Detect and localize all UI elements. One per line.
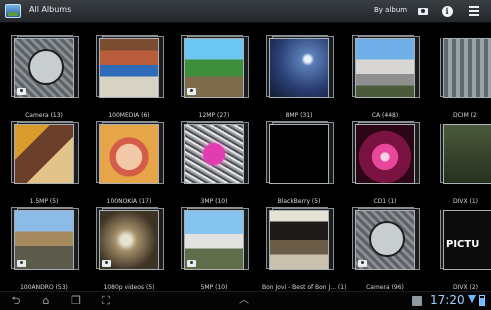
album-label: Camera (13) — [25, 112, 63, 119]
album-tile[interactable]: 100NOKIA (17) — [92, 121, 166, 205]
album-label: 100ANDRO (53) — [20, 284, 68, 291]
album-tile[interactable]: Camera (13) — [7, 35, 81, 119]
action-bar: All Albums By album i — [0, 0, 491, 23]
album-label: DIVX (2) — [453, 284, 479, 291]
album-tile[interactable]: Camera (96) — [348, 207, 422, 291]
album-label: 8MP (31) — [285, 112, 313, 119]
info-icon[interactable]: i — [440, 4, 454, 18]
album-label: 3MP (10) — [200, 198, 228, 205]
album-tile[interactable]: CA (448) — [348, 35, 422, 119]
album-thumbnail — [14, 38, 74, 98]
album-label: 1.5MP (5) — [29, 198, 59, 205]
album-tile[interactable]: 1080p videos (5) — [92, 207, 166, 291]
album-tile[interactable]: 8MP (31) — [262, 35, 336, 119]
album-thumbnail — [99, 38, 159, 98]
album-tile[interactable]: 100ANDRO (53) — [7, 207, 81, 291]
album-tile[interactable]: DCIM (2 — [435, 38, 491, 119]
album-tile[interactable]: 3MP (10) — [177, 121, 251, 205]
gallery-icon[interactable] — [5, 4, 21, 18]
album-thumbnail — [14, 124, 74, 184]
album-thumbnail — [184, 124, 244, 184]
thumbnail-text: PICTU — [446, 239, 480, 250]
album-thumbnail — [99, 124, 159, 184]
view-mode-dropdown[interactable]: By album — [374, 6, 407, 14]
camera-badge-icon — [17, 88, 26, 95]
page-title: All Albums — [29, 5, 72, 14]
clock[interactable]: 17:20 — [430, 293, 465, 307]
album-tile[interactable]: 100MEDIA (6) — [92, 35, 166, 119]
album-thumbnail — [14, 210, 74, 270]
album-label: Bon Jovi - Best of Bon J... (1) — [262, 284, 347, 291]
album-label: 1080p videos (5) — [103, 284, 155, 291]
album-label: DCIM (2 — [453, 112, 477, 119]
album-label: 5MP (10) — [200, 284, 228, 291]
camera-badge-icon — [187, 88, 196, 95]
album-tile[interactable]: 5MP (10) — [177, 207, 251, 291]
album-thumbnail — [184, 210, 244, 270]
wifi-icon — [468, 295, 476, 303]
camera-badge-icon — [187, 260, 196, 267]
camera-badge-icon — [358, 260, 367, 267]
album-thumbnail: PICTU — [443, 210, 491, 270]
album-label: CD1 (1) — [373, 198, 397, 205]
album-thumbnail — [184, 38, 244, 98]
battery-icon — [479, 295, 485, 306]
album-thumbnail — [269, 124, 329, 184]
home-icon[interactable]: ⌂ — [38, 294, 54, 308]
back-icon[interactable]: ⮌ — [8, 294, 24, 308]
album-thumbnail — [269, 210, 329, 270]
album-tile[interactable]: 1.5MP (5) — [7, 121, 81, 205]
up-arrow-icon[interactable]: ︿ — [236, 294, 252, 308]
menu-icon[interactable] — [467, 4, 481, 18]
album-label: DIVX (1) — [453, 198, 479, 205]
album-tile[interactable]: 12MP (27) — [177, 35, 251, 119]
screenshot-icon[interactable]: ⛶ — [98, 294, 114, 308]
album-thumbnail — [443, 38, 491, 98]
album-label: 12MP (27) — [198, 112, 230, 119]
notification-icon[interactable] — [412, 296, 422, 306]
recent-apps-icon[interactable]: ❐ — [68, 294, 84, 308]
camera-badge-icon — [17, 260, 26, 267]
navigation-bar: ⮌ ⌂ ❐ ⛶ ︿ 17:20 — [0, 291, 491, 310]
album-tile[interactable]: PICTU DIVX (2) — [435, 210, 491, 291]
album-grid: Camera (13) 100MEDIA (6) 12MP (27) 8MP (… — [0, 35, 491, 291]
album-label: CA (448) — [371, 112, 399, 119]
album-label: Camera (96) — [366, 284, 404, 291]
album-label: BlackBerry (5) — [277, 198, 321, 205]
album-label: 100MEDIA (6) — [108, 112, 150, 119]
album-thumbnail — [355, 38, 415, 98]
album-label: 100NOKIA (17) — [106, 198, 152, 205]
album-thumbnail — [355, 124, 415, 184]
camera-icon[interactable] — [416, 4, 430, 18]
album-thumbnail — [355, 210, 415, 270]
album-tile[interactable]: BlackBerry (5) — [262, 121, 336, 205]
album-thumbnail — [269, 38, 329, 98]
camera-badge-icon — [102, 260, 111, 267]
album-tile[interactable]: CD1 (1) — [348, 121, 422, 205]
album-thumbnail — [99, 210, 159, 270]
album-tile[interactable]: Bon Jovi - Best of Bon J... (1) — [262, 207, 347, 291]
album-tile[interactable]: DIVX (1) — [435, 124, 491, 205]
album-thumbnail — [443, 124, 491, 184]
